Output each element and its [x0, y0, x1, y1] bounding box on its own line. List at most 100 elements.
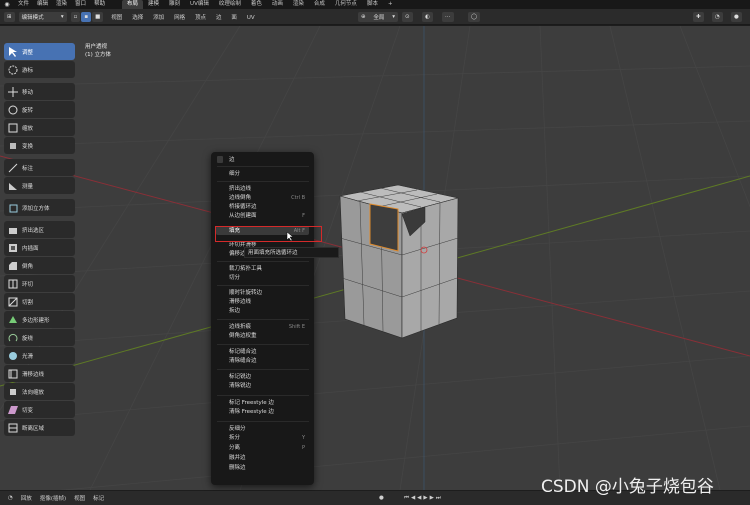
menu-item-subdivide[interactable]: 细分 — [229, 170, 309, 178]
tab-rendering[interactable]: 渲染 — [288, 0, 309, 9]
tab-shading[interactable]: 着色 — [246, 0, 267, 9]
blender-logo-icon[interactable]: ◉ — [0, 0, 14, 9]
menu-add[interactable]: 添加 — [149, 15, 168, 21]
tool-knife[interactable]: 切割 — [4, 293, 75, 310]
tool-extrude-region[interactable]: 挤出选区 — [4, 221, 75, 238]
menu-timeline-view[interactable]: 视图 — [70, 494, 89, 502]
menu-item-mark-freestyle[interactable]: 标记 Freestyle 边 — [229, 399, 309, 407]
tool-spin[interactable]: 旋绕 — [4, 329, 75, 346]
menu-item-clear-sharp[interactable]: 清除锐边 — [229, 382, 309, 390]
poly-build-icon — [4, 311, 22, 328]
menu-item-mark-sharp[interactable]: 标记锐边 — [229, 373, 309, 381]
menu-uv[interactable]: UV — [243, 15, 259, 21]
vertex-select-icon[interactable]: ▫ — [70, 11, 81, 22]
menu-item-knife-topology[interactable]: 裁刀拓扑工具 — [229, 265, 309, 273]
3d-viewport[interactable]: 用户透视 (1) 立方体 — [0, 26, 750, 490]
menu-edit[interactable]: 编辑 — [33, 0, 52, 9]
menu-item-bridge-loops[interactable]: 桥接循环边 — [229, 203, 309, 211]
menu-view[interactable]: 视图 — [107, 15, 126, 21]
tool-edge-slide[interactable]: 滑移边线 — [4, 365, 75, 382]
menu-file[interactable]: 文件 — [14, 0, 33, 9]
editor-type-icon[interactable]: ⊞ — [4, 11, 15, 22]
menu-keying[interactable]: 抠像(插帧) — [36, 494, 70, 502]
tab-sculpting[interactable]: 雕刻 — [164, 0, 185, 9]
menu-pin-icon[interactable] — [217, 156, 223, 163]
tool-rotate[interactable]: 旋转 — [4, 101, 75, 118]
menu-item-mark-seam[interactable]: 标记缝合边 — [229, 348, 309, 356]
inset-icon — [4, 239, 22, 256]
menu-help[interactable]: 帮助 — [90, 0, 109, 9]
menu-item-split[interactable]: 拆分 Y — [229, 434, 309, 442]
tool-tweak[interactable]: 调整 — [4, 43, 75, 60]
menu-item-bevel-edges[interactable]: 边线倒角 Ctrl B — [229, 194, 309, 202]
tab-add[interactable]: + — [383, 0, 398, 9]
transform-orientation-dropdown[interactable]: ⊕ 全局 ▾ — [358, 12, 398, 22]
face-select-icon[interactable]: ■ — [92, 11, 104, 22]
tool-smooth[interactable]: 光滑 — [4, 347, 75, 364]
tool-add-cube[interactable]: 添加立方体 — [4, 199, 75, 216]
tool-rip-region[interactable]: 断离区域 — [4, 419, 75, 436]
menu-item-rotate-edge-cw[interactable]: 顺时针旋转边 — [229, 289, 309, 297]
menu-item-bevel-weight[interactable]: 倒角边权重 — [229, 332, 309, 340]
menu-item-separate[interactable]: 分离 P — [229, 444, 309, 452]
menu-item-edge-split[interactable]: 拆边 — [229, 307, 309, 315]
tab-layout[interactable]: 布局 — [122, 0, 144, 9]
snap-icon[interactable]: ◐ — [422, 12, 433, 22]
cube-mesh[interactable] — [339, 184, 459, 339]
menu-vertex[interactable]: 顶点 — [191, 15, 210, 21]
menu-item-delete-edges[interactable]: 删除边 — [229, 464, 309, 472]
proportional-edit-icon[interactable]: ◯ — [468, 12, 481, 22]
mode-dropdown[interactable]: 编辑模式 ▾ — [18, 11, 67, 22]
menu-playback[interactable]: 回放 — [17, 494, 36, 502]
menu-item-clear-seam[interactable]: 清除缝合边 — [229, 357, 309, 365]
menu-render[interactable]: 渲染 — [52, 0, 71, 9]
tab-compositing[interactable]: 合成 — [309, 0, 330, 9]
menu-select[interactable]: 选择 — [128, 15, 147, 21]
tab-texture-paint[interactable]: 纹理绘制 — [214, 0, 246, 9]
menu-face[interactable]: 面 — [227, 15, 241, 21]
overlays-icon[interactable]: ◔ — [712, 12, 723, 22]
record-icon[interactable]: ● — [375, 495, 388, 501]
menu-item-dissolve-edges[interactable]: 融并边 — [229, 454, 309, 462]
tab-modeling[interactable]: 建模 — [143, 0, 164, 9]
snap-settings-icon[interactable]: ⋯ — [442, 12, 454, 22]
tool-scale[interactable]: 缩放 — [4, 119, 75, 136]
tab-geometry-nodes[interactable]: 几何节点 — [330, 0, 362, 9]
tool-move[interactable]: 移动 — [4, 83, 75, 100]
pivot-point-icon[interactable]: ⊙ — [402, 12, 413, 22]
tab-animation[interactable]: 动画 — [267, 0, 288, 9]
fill-tooltip: 用面填充所选循环边 — [244, 247, 339, 258]
tool-annotate[interactable]: 标注 — [4, 159, 75, 176]
item-label: 反细分 — [229, 426, 246, 432]
menu-item-bisect[interactable]: 切分 — [229, 274, 309, 282]
edge-select-icon[interactable]: ▪ — [81, 11, 92, 22]
tool-bevel[interactable]: 倒角 — [4, 257, 75, 274]
tool-transform[interactable]: 变换 — [4, 137, 75, 154]
chevron-down-icon: ▾ — [392, 14, 395, 20]
menu-item-edge-crease[interactable]: 边线折痕 Shift E — [229, 323, 309, 331]
tool-shear[interactable]: 切变 — [4, 401, 75, 418]
tool-loop-cut[interactable]: 环切 — [4, 275, 75, 292]
playback-controls-icon[interactable]: ⏮◀◀▶▶⏭ — [400, 495, 447, 502]
menu-item-clear-freestyle[interactable]: 清除 Freestyle 边 — [229, 408, 309, 416]
timeline-editor-icon[interactable]: ◔ — [4, 495, 17, 501]
tab-uv-editing[interactable]: UV编辑 — [185, 0, 214, 9]
menu-edge[interactable]: 边 — [212, 15, 226, 21]
tool-poly-build[interactable]: 多边形建形 — [4, 311, 75, 328]
tool-cursor[interactable]: 游标 — [4, 61, 75, 78]
menu-marker[interactable]: 标记 — [89, 494, 108, 502]
tool-shrink-fatten[interactable]: 法向缩放 — [4, 383, 75, 400]
viewport-gizmo-icon[interactable]: ✚ — [693, 12, 704, 22]
menu-item-face-from-edges[interactable]: 从边创建面 F — [229, 212, 309, 220]
menu-item-un-subdivide[interactable]: 反细分 — [229, 425, 309, 433]
menu-item-extrude-edges[interactable]: 挤出边线 — [229, 185, 309, 193]
tab-scripting[interactable]: 脚本 — [362, 0, 383, 9]
tool-inset-faces[interactable]: 内插面 — [4, 239, 75, 256]
menu-window[interactable]: 窗口 — [71, 0, 90, 9]
menu-mesh[interactable]: 网格 — [170, 15, 189, 21]
shading-solid-icon[interactable]: ● — [731, 12, 742, 22]
shrink-fatten-icon — [4, 383, 22, 400]
menu-item-edge-slide[interactable]: 滑移边线 — [229, 298, 309, 306]
menu-separator — [217, 181, 309, 182]
tool-measure[interactable]: 测量 — [4, 177, 75, 194]
